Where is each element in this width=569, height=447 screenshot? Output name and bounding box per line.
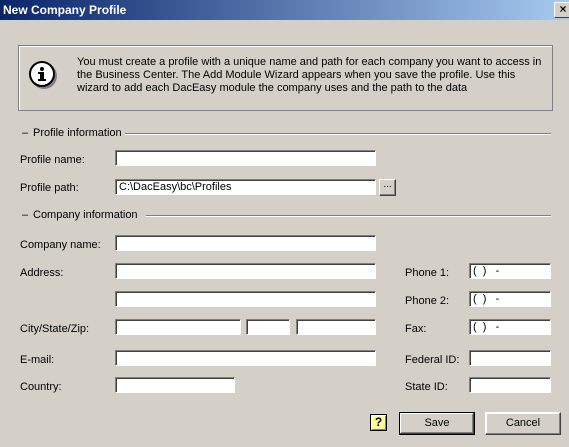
zip-field[interactable] [296,319,376,335]
city-state-zip-label: City/State/Zip: [20,323,90,335]
address-label: Address: [20,267,64,279]
city-field[interactable] [115,319,241,335]
country-label: Country: [20,381,62,393]
title-bar: New Company Profile × [0,0,569,20]
profile-name-label: Profile name: [20,154,85,166]
window-title: New Company Profile [3,3,127,17]
address-line2-field[interactable] [115,291,376,307]
group-divider [146,215,551,217]
federal-id-field[interactable] [469,350,551,366]
fax-label: Fax: [405,323,427,335]
browse-button[interactable]: ... [379,179,396,196]
fax-field[interactable] [469,319,551,335]
cancel-button[interactable]: Cancel [485,412,561,435]
email-field[interactable] [115,350,376,366]
profile-path-label: Profile path: [20,182,79,194]
profile-group-label: Profile information [30,127,125,139]
state-id-field[interactable] [469,377,551,393]
group-dash: – [22,127,29,139]
profile-name-field[interactable] [115,150,376,166]
profile-path-field[interactable] [115,179,376,195]
info-icon [29,61,55,87]
group-dash: – [22,209,29,221]
help-button[interactable]: ? [370,414,387,431]
phone2-field[interactable] [469,291,551,307]
phone1-field[interactable] [469,263,551,279]
info-panel: You must create a profile with a unique … [18,45,553,111]
address-line1-field[interactable] [115,263,376,279]
group-divider [125,133,551,135]
company-name-field[interactable] [115,235,376,251]
federal-id-label: Federal ID: [405,354,460,366]
country-field[interactable] [115,377,235,393]
company-name-label: Company name: [20,239,101,251]
company-group-label: Company information [30,209,141,221]
phone1-label: Phone 1: [405,267,450,279]
close-button[interactable]: × [554,2,569,18]
state-field[interactable] [246,319,290,335]
info-message: You must create a profile with a unique … [77,56,542,94]
email-label: E-mail: [20,354,55,366]
state-id-label: State ID: [405,381,448,393]
phone2-label: Phone 2: [405,295,450,307]
save-button[interactable]: Save [399,412,475,435]
